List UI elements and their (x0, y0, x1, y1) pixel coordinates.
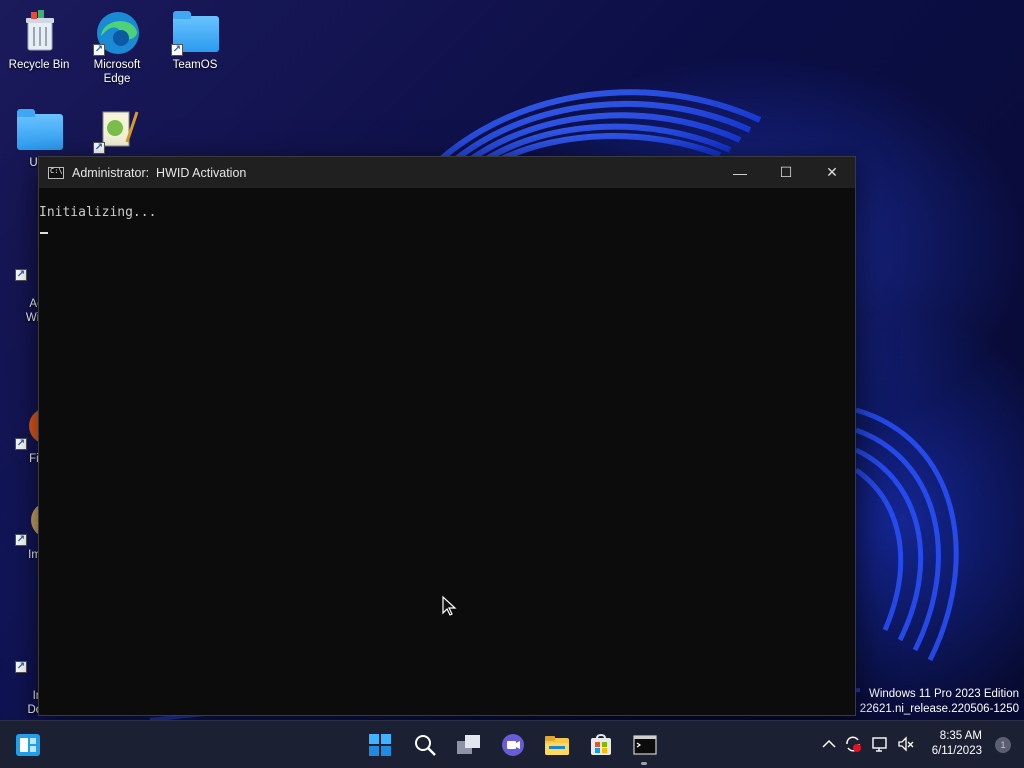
store-button[interactable] (585, 729, 617, 761)
recycle-bin-icon (15, 8, 63, 56)
start-button[interactable] (364, 729, 396, 761)
shortcut-arrow-icon: ↗ (171, 44, 183, 56)
active-app-indicator (641, 762, 647, 765)
windows-edition-watermark: Windows 11 Pro 2023 Edition ld 22621.ni_… (848, 687, 1019, 716)
widgets-icon (16, 734, 40, 756)
store-icon (591, 734, 611, 755)
terminal-button[interactable] (629, 729, 661, 761)
task-view-button[interactable] (453, 729, 485, 761)
close-button[interactable]: ✕ (809, 157, 855, 188)
volume-button[interactable] (897, 735, 915, 753)
console-output[interactable]: Initializing... (39, 188, 855, 234)
command-prompt-icon (48, 166, 64, 179)
text-cursor (40, 232, 48, 234)
console-line: Initializing... (39, 205, 157, 220)
folder-icon (15, 106, 63, 154)
chat-icon (502, 734, 524, 756)
widgets-button[interactable] (12, 729, 44, 761)
network-button[interactable] (871, 735, 889, 753)
desktop-icon-label: Recycle Bin (8, 59, 70, 71)
terminal-icon (633, 735, 657, 755)
task-view-icon (457, 735, 480, 754)
sync-icon (846, 736, 861, 752)
minimize-button[interactable]: — (717, 157, 763, 188)
notification-badge[interactable]: 1 (995, 737, 1011, 753)
title-bar[interactable]: Administrator: HWID Activation — ☐ ✕ (39, 157, 855, 188)
desktop-icon-recycle-bin[interactable]: Recycle Bin (1, 8, 77, 72)
clock-date: 6/11/2023 (931, 745, 982, 757)
watermark-edition: Windows 11 Pro 2023 Edition (868, 688, 1019, 700)
mouse-pointer-icon (441, 595, 459, 622)
shortcut-arrow-icon: ↗ (93, 142, 105, 154)
show-hidden-icons-button[interactable] (820, 735, 838, 753)
sync-status-button[interactable] (844, 735, 862, 753)
clock-time: 8:35 AM (939, 730, 982, 742)
desktop-icon-label: TeamOS (172, 59, 218, 71)
desktop-icon-notepad[interactable]: ↗ (79, 106, 155, 156)
shortcut-arrow-icon: ↗ (15, 534, 27, 546)
shortcut-arrow-icon: ↗ (15, 438, 27, 450)
network-icon (872, 737, 887, 752)
watermark-build: ld 22621.ni_release.220506-1250 (847, 702, 1019, 715)
terminal-window[interactable]: Administrator: HWID Activation — ☐ ✕ Ini… (38, 156, 856, 716)
desktop-icon-teamos[interactable]: ↗ TeamOS (157, 8, 233, 72)
chevron-up-icon (822, 739, 836, 748)
taskbar: 8:35 AM 6/11/2023 1 (0, 720, 1024, 768)
search-icon (415, 735, 436, 756)
shortcut-arrow-icon: ↗ (15, 269, 27, 281)
desktop-icon-label: Microsoft Edge (93, 59, 141, 85)
start-icon (369, 734, 391, 756)
desktop-icon-edge[interactable]: ↗ Microsoft Edge (79, 8, 155, 86)
window-title: Administrator: HWID Activation (72, 165, 247, 180)
chat-button[interactable] (497, 729, 529, 761)
clock[interactable]: 8:35 AM 6/11/2023 (932, 729, 982, 759)
maximize-button[interactable]: ☐ (763, 157, 809, 188)
shortcut-arrow-icon: ↗ (15, 661, 27, 673)
file-explorer-icon (545, 736, 569, 755)
search-button[interactable] (409, 729, 441, 761)
file-explorer-button[interactable] (541, 729, 573, 761)
edge-icon: ↗ (93, 8, 141, 56)
folder-icon: ↗ (171, 8, 219, 56)
volume-muted-icon (898, 736, 914, 752)
notepad-icon: ↗ (93, 106, 141, 154)
shortcut-arrow-icon: ↗ (93, 44, 105, 56)
